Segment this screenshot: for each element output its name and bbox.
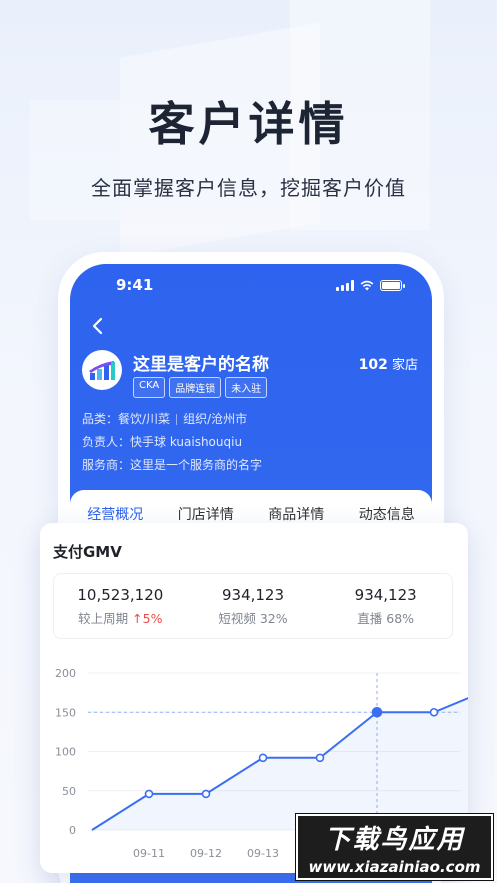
y-tick-label: 100 — [55, 746, 76, 759]
data-point — [144, 789, 154, 799]
store-count: 102 家店 — [359, 354, 418, 373]
bar-logo-icon — [89, 361, 115, 380]
store-count-value: 102 — [358, 357, 388, 373]
stat-short-video-value: 934,123 — [221, 586, 285, 604]
stat-live-value: 934,123 — [354, 586, 417, 604]
store-count-unit: 家店 — [391, 358, 418, 373]
tag-brand-chain: 品牌连锁 — [169, 377, 222, 398]
owner-row: 负责人：快手球 kuaishouqiu — [82, 433, 242, 450]
data-point — [258, 753, 268, 763]
watermark-cn: 下载鸟应用 — [324, 824, 465, 855]
stat-total-delta: 5% — [142, 611, 163, 626]
y-tick-label: 0 — [69, 824, 76, 837]
category-value: 餐饮/川菜 — [118, 412, 171, 426]
owner-label: 负责人： — [82, 435, 131, 449]
y-tick-label: 50 — [62, 785, 76, 798]
data-point — [315, 753, 325, 763]
owner-value: 快手球 kuaishouqiu — [130, 435, 243, 449]
status-icons — [336, 280, 405, 291]
watermark-logo: 下载鸟应用 www.xiazainiao.com — [295, 813, 494, 881]
battery-icon — [380, 280, 405, 291]
x-tick-label: 09-11 — [133, 847, 165, 860]
stat-live: 934,123 直播 68% — [319, 574, 452, 638]
tag-not-settled: 未入驻 — [225, 377, 268, 398]
stat-total: 10,523,120 较上周期 ↑5% — [54, 574, 187, 638]
highlight-point — [371, 706, 383, 718]
stat-total-sub: 较上周期 ↑5% — [54, 608, 187, 627]
stat-short-video-label: 短视频 32% — [218, 611, 288, 626]
stat-short-video: 934,123 短视频 32% — [187, 574, 320, 638]
stat-total-label: 较上周期 — [78, 611, 129, 626]
divider — [176, 414, 178, 425]
stat-live-label: 直播 68% — [357, 611, 415, 626]
customer-avatar — [82, 350, 122, 390]
trend-up-icon: ↑ — [132, 611, 143, 626]
x-tick-label: 09-13 — [247, 847, 279, 860]
hero-subtitle: 全面掌握客户信息，挖掘客户价值 — [91, 176, 406, 200]
hero-title: 客户详情 — [148, 97, 349, 151]
signal-icon — [336, 280, 354, 291]
provider-row: 服务商：这里是一个服务商的名字 — [82, 456, 262, 473]
data-point — [201, 789, 211, 799]
customer-name: 这里是客户的名称 — [133, 355, 269, 375]
y-tick-label: 200 — [55, 667, 76, 680]
provider-label: 服务商： — [82, 458, 131, 472]
org-value: 组织/沧州市 — [183, 412, 248, 426]
data-point — [429, 707, 439, 717]
provider-value: 这里是一个服务商的名字 — [130, 458, 263, 472]
stat-total-value: 10,523,120 — [77, 586, 164, 604]
status-bar: 9:41 — [70, 264, 432, 308]
watermark-en: www.xiazainiao.com — [308, 857, 481, 876]
y-tick-label: 150 — [55, 706, 76, 719]
status-time: 9:41 — [116, 276, 154, 294]
back-arrow-icon[interactable] — [86, 314, 110, 338]
card-title: 支付GMV — [53, 543, 122, 561]
customer-tags: CKA 品牌连锁 未入驻 — [133, 377, 268, 398]
stats-box: 10,523,120 较上周期 ↑5% 934,123 短视频 32% 934,… — [53, 573, 453, 639]
area-fill — [92, 698, 468, 830]
tag-cka: CKA — [133, 377, 166, 398]
category-row: 品类：餐饮/川菜 组织/沧州市 — [82, 410, 247, 427]
wifi-icon — [360, 280, 374, 291]
category-label: 品类： — [82, 412, 119, 426]
x-tick-label: 09-12 — [190, 847, 222, 860]
